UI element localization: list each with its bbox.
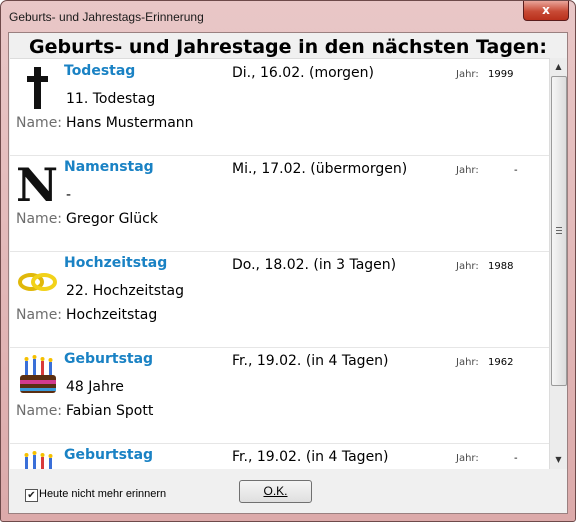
list-item: Geburtstag Fr., 19.02. (in 4 Tagen) Jahr… (10, 443, 549, 469)
grip-line (556, 230, 562, 231)
grip-line (556, 233, 562, 234)
birthday-cake-icon (15, 351, 61, 399)
scroll-up-button[interactable]: ▲ (550, 58, 567, 75)
entry-year: - (514, 165, 518, 176)
entry-year: - (514, 453, 518, 464)
entry-year: 1962 (488, 357, 514, 368)
entry-date: Fr., 19.02. (in 4 Tagen) (232, 353, 389, 369)
entry-type[interactable]: Geburtstag (64, 447, 153, 463)
title-bar[interactable]: Geburts- und Jahrestags-Erinnerung x (1, 1, 575, 32)
entry-name: Hans Mustermann (66, 115, 194, 131)
entry-type[interactable]: Geburtstag (64, 351, 153, 367)
dialog-window: Geburts- und Jahrestags-Erinnerung x Geb… (0, 0, 576, 522)
entry-name: Gregor Glück (66, 211, 158, 227)
svg-text:N: N (16, 159, 58, 207)
dialog-body: Geburts- und Jahrestage in den nächsten … (8, 32, 568, 514)
grip-line (556, 227, 562, 228)
entry-type[interactable]: Namenstag (64, 159, 154, 175)
ok-button[interactable]: O.K. (239, 480, 312, 503)
checkbox-label[interactable]: Heute nicht mehr erinnern (39, 488, 166, 500)
entry-date: Fr., 19.02. (in 4 Tagen) (232, 449, 389, 465)
list-item: Todestag 11. Todestag Name: Hans Musterm… (10, 59, 549, 156)
entry-detail: 48 Jahre (66, 379, 124, 395)
entry-date: Mi., 17.02. (übermorgen) (232, 161, 408, 177)
remind-checkbox[interactable]: ✔ (25, 489, 38, 502)
year-label: Jahr: (456, 69, 479, 80)
scroll-down-button[interactable]: ▼ (550, 451, 567, 468)
entry-type[interactable]: Todestag (64, 63, 135, 79)
footer-bar: ✔ Heute nicht mehr erinnern O.K. (9, 473, 567, 513)
page-title: Geburts- und Jahrestage in den nächsten … (29, 36, 547, 58)
year-label: Jahr: (456, 453, 479, 464)
wedding-rings-icon (15, 255, 61, 303)
year-label: Jahr: (456, 165, 479, 176)
year-label: Jahr: (456, 357, 479, 368)
window-title: Geburts- und Jahrestags-Erinnerung (9, 10, 204, 24)
ok-label: O.K. (263, 484, 288, 498)
entry-date: Do., 18.02. (in 3 Tagen) (232, 257, 397, 273)
birthday-cake-icon (15, 447, 61, 469)
name-label: Name: (16, 307, 63, 323)
list-item: N Namenstag - Name: Gregor Glück Mi., 17… (10, 155, 549, 252)
entry-year: 1988 (488, 261, 514, 272)
name-label: Name: (16, 403, 63, 419)
name-label: Name: (16, 211, 63, 227)
year-label: Jahr: (456, 261, 479, 272)
vertical-scrollbar[interactable]: ▲ ▼ (549, 58, 567, 469)
reminder-list: Todestag 11. Todestag Name: Hans Musterm… (10, 58, 549, 469)
letter-n-icon: N (15, 158, 61, 212)
entry-type[interactable]: Hochzeitstag (64, 255, 167, 271)
list-item: Hochzeitstag 22. Hochzeitstag Name: Hoch… (10, 251, 549, 348)
entry-name: Fabian Spott (66, 403, 154, 419)
close-button[interactable]: x (523, 1, 569, 21)
entry-date: Di., 16.02. (morgen) (232, 65, 375, 81)
name-label: Name: (16, 115, 63, 131)
cross-icon (15, 63, 61, 111)
entry-detail: - (66, 187, 72, 203)
entry-year: 1999 (488, 69, 514, 80)
entry-detail: 22. Hochzeitstag (66, 283, 184, 299)
scroll-thumb[interactable] (551, 76, 567, 386)
entry-name: Hochzeitstag (66, 307, 158, 323)
entry-detail: 11. Todestag (66, 91, 156, 107)
list-item: Geburtstag 48 Jahre Name: Fabian Spott F… (10, 347, 549, 444)
